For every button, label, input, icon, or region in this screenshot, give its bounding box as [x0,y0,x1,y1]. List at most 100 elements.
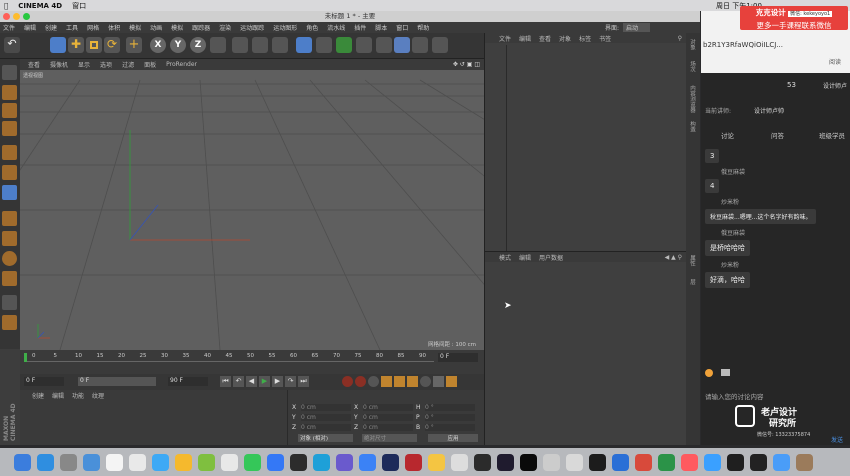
last-frame-icon[interactable]: ⏭ [298,376,309,387]
rotation-field[interactable]: 0 ° [425,413,475,421]
keyframe-selection-icon[interactable] [368,376,379,387]
c4d-menu-item[interactable]: 工具 [66,23,78,32]
interface-value[interactable]: 启动 [623,23,651,32]
size-field[interactable]: 0 cm [363,423,413,431]
zoom-button[interactable] [23,13,30,20]
prev-key-icon[interactable]: ↶ [233,376,244,387]
launchpad-icon[interactable] [37,454,54,471]
om-menu-bookmark[interactable]: 书签 [599,34,611,43]
side-tab-takes[interactable]: 场次 [688,61,696,72]
floor-icon[interactable] [394,37,410,53]
monitor-icon[interactable] [704,454,721,471]
light-icon[interactable] [432,37,448,53]
viewport-menu-view[interactable]: 查看 [28,60,40,69]
side-tab-layers[interactable]: 层 [688,279,696,285]
material-menu-create[interactable]: 创建 [32,391,44,400]
pen-icon[interactable] [316,37,332,53]
param-key-icon[interactable] [420,376,431,387]
tab-discussion[interactable]: 讨论 [721,130,734,140]
side-tab-objects[interactable]: 对象 [688,39,696,50]
c4d-menu-item[interactable]: 文件 [3,23,15,32]
current-frame-field[interactable]: 0 F [438,353,478,362]
premiere-icon[interactable] [382,454,399,471]
workplane-icon[interactable] [2,121,17,136]
points-mode-icon[interactable] [2,145,17,160]
illustrator-icon[interactable] [474,454,491,471]
safari-icon[interactable] [83,454,100,471]
books-icon[interactable] [566,454,583,471]
minimize-button[interactable] [13,13,20,20]
texture-mode-icon[interactable] [2,103,17,118]
c4d-menu-item[interactable]: 脚本 [375,23,387,32]
url-fragment[interactable]: b2R1Y3RfaWQiOiILCJ... [703,41,783,49]
select-icon[interactable] [50,37,66,53]
play-icon[interactable]: ▶ [259,376,270,387]
pla-key-icon[interactable] [433,376,444,387]
material-menu-edit[interactable]: 编辑 [52,391,64,400]
render-settings-icon[interactable] [272,37,288,53]
object-list[interactable] [485,45,507,251]
settings-icon[interactable] [60,454,77,471]
c4d-menu-item[interactable]: 动画 [150,23,162,32]
qq-icon[interactable] [267,454,284,471]
material-menu-texture[interactable]: 纹理 [92,391,104,400]
snap-icon[interactable] [2,251,17,266]
move-key-icon[interactable] [381,376,392,387]
om-menu-object[interactable]: 对象 [559,34,571,43]
move-icon[interactable]: ✚ [68,37,84,53]
finder-icon[interactable] [14,454,31,471]
magnet-icon[interactable] [2,271,17,286]
render-view-icon[interactable] [252,37,268,53]
c4d-menu-item[interactable]: 帮助 [417,23,429,32]
netease-icon[interactable] [612,454,629,471]
prev-frame-icon[interactable]: ◀ [246,376,257,387]
viewport-menu-display[interactable]: 显示 [78,60,90,69]
chat-input[interactable]: 请输入您的讨论内容 [705,391,764,401]
axis-x-icon[interactable]: X [150,37,166,53]
c4d-menu-item[interactable]: 窗口 [396,23,408,32]
rotation-field[interactable]: 0 ° [425,423,475,431]
am-menu-edit[interactable]: 编辑 [519,253,531,262]
am-menu-user-data[interactable]: 用户数据 [539,253,563,262]
download-icon[interactable] [750,454,767,471]
browser-icon[interactable] [658,454,675,471]
position-field[interactable]: 0 cm [301,413,351,421]
calendar-icon[interactable] [106,454,123,471]
maps-icon[interactable] [198,454,215,471]
size-field[interactable]: 0 cm [363,403,413,411]
camera-icon[interactable] [412,37,428,53]
cloud-icon[interactable] [451,454,468,471]
viewport-menu-panel[interactable]: 面板 [144,60,156,69]
c4d-menu-item[interactable]: 模拟 [171,23,183,32]
appletv-icon[interactable] [520,454,537,471]
rotate-icon[interactable]: ⟳ [104,37,120,53]
lock-workplane-icon[interactable] [2,315,17,330]
size-field[interactable]: 0 cm [363,413,413,421]
model-mode-icon[interactable] [2,85,17,100]
add-icon[interactable]: + [126,37,142,53]
rotate-key-icon[interactable] [394,376,405,387]
am-menu-mode[interactable]: 模式 [499,253,511,262]
appstore-icon[interactable] [152,454,169,471]
word-icon[interactable] [589,454,606,471]
c4d-menu-item[interactable]: 运动跟踪 [240,23,264,32]
map-icon[interactable] [635,454,652,471]
coordinate-system-icon[interactable] [210,37,226,53]
apple-icon[interactable]:  [4,2,8,10]
viewport-menu-camera[interactable]: 摄像机 [50,60,68,69]
side-tab-structure[interactable]: 构造 [688,121,696,132]
record-icon[interactable] [342,376,353,387]
size-mode-dropdown[interactable]: 绝对尺寸 [362,434,417,442]
am-nav-icons[interactable]: ◀ ▲ ⚲ [665,254,682,261]
c4d-menu-item[interactable]: 模拟 [129,23,141,32]
c4d-menu-item[interactable]: 插件 [354,23,366,32]
position-field[interactable]: 0 cm [301,423,351,431]
c4d-menu-item[interactable]: 网格 [87,23,99,32]
om-search-icon[interactable]: ⚲ [678,35,682,42]
timeline-window-icon[interactable] [446,376,457,387]
om-menu-view[interactable]: 查看 [539,34,551,43]
c4d-menu-item[interactable]: 渲染 [219,23,231,32]
photoshop-icon[interactable] [359,454,376,471]
tweak-mode-icon[interactable] [2,231,17,246]
timeline[interactable]: 0 5 10 15 20 25 30 35 40 45 50 55 60 65 70 75 80 85 90 0 F [20,350,484,374]
